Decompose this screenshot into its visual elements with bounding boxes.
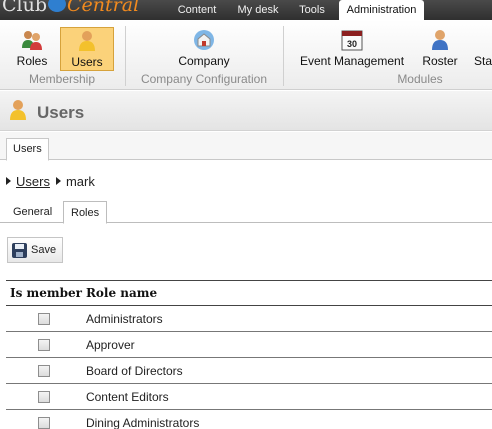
ribbon-separator [125, 26, 126, 86]
table-row: Administrators [6, 305, 492, 332]
ribbon-roles-button[interactable]: Roles [10, 27, 54, 71]
user-icon [10, 100, 26, 120]
breadcrumb-current: mark [65, 174, 95, 189]
ribbon-users-button[interactable]: Users [60, 27, 114, 71]
table-row: Content Editors [6, 383, 492, 410]
role-name-cell: Approver [81, 331, 492, 358]
nav-tab-tools[interactable]: Tools [290, 0, 334, 20]
nav-tab-content[interactable]: Content [168, 0, 226, 20]
save-button[interactable]: Save [7, 237, 63, 263]
member-checkbox[interactable] [37, 313, 50, 326]
ribbon-sta-button[interactable]: Sta [474, 27, 492, 71]
role-name-cell: Dining Administrators [81, 409, 492, 429]
chevron-right-icon [6, 177, 11, 185]
company-icon [194, 30, 214, 50]
app-logo: Club Central [2, 0, 139, 20]
table-row: Board of Directors [6, 357, 492, 384]
ribbon-roster-button[interactable]: Roster [418, 27, 462, 71]
member-checkbox[interactable] [37, 365, 50, 378]
save-label: Save [31, 244, 57, 256]
tab-users[interactable]: Users [6, 138, 49, 161]
calendar-icon: 30 [341, 30, 363, 51]
person-icon [432, 30, 448, 50]
nav-tab-my-desk[interactable]: My desk [229, 0, 287, 20]
roles-table: Is member Role name Administrators Appro… [6, 280, 492, 429]
column-header-is-member[interactable]: Is member [6, 280, 82, 306]
member-checkbox[interactable] [37, 339, 50, 352]
table-row: Approver [6, 331, 492, 358]
page-header: Users [0, 91, 492, 131]
ribbon: Roles Users Company 30 Event Management … [0, 20, 492, 90]
tab-general[interactable]: General [6, 201, 59, 223]
user-icon [79, 31, 95, 51]
ribbon-event-management-button[interactable]: 30 Event Management [297, 27, 407, 71]
member-checkbox[interactable] [37, 417, 50, 429]
role-name-cell: Board of Directors [81, 357, 492, 384]
member-checkbox[interactable] [37, 391, 50, 404]
floppy-disk-icon [12, 243, 27, 258]
object-tab-strip: Users [0, 132, 492, 161]
roles-icon [22, 31, 42, 50]
table-row: Dining Administrators [6, 409, 492, 429]
ribbon-company-button[interactable]: Company [174, 27, 234, 71]
svg-text:30: 30 [347, 39, 357, 49]
top-navigation-bar: Club Central Content My desk Tools Admini… [0, 0, 492, 21]
group-label-modules: Modules [397, 72, 443, 86]
ribbon-separator [283, 26, 284, 86]
group-label-company-configuration: Company Configuration [140, 72, 268, 86]
breadcrumb-link-users[interactable]: Users [16, 174, 50, 189]
page-title: Users [37, 103, 85, 122]
tab-roles[interactable]: Roles [63, 201, 108, 224]
nav-tab-administration[interactable]: Administration [339, 0, 424, 21]
column-header-role-name[interactable]: Role name [81, 280, 492, 306]
chevron-right-icon [55, 177, 61, 185]
role-name-cell: Administrators [81, 305, 492, 332]
role-name-cell: Content Editors [81, 383, 492, 410]
group-label-membership: Membership [28, 72, 96, 86]
table-header-row: Is member Role name [6, 280, 492, 306]
breadcrumb: Users mark [6, 174, 95, 189]
